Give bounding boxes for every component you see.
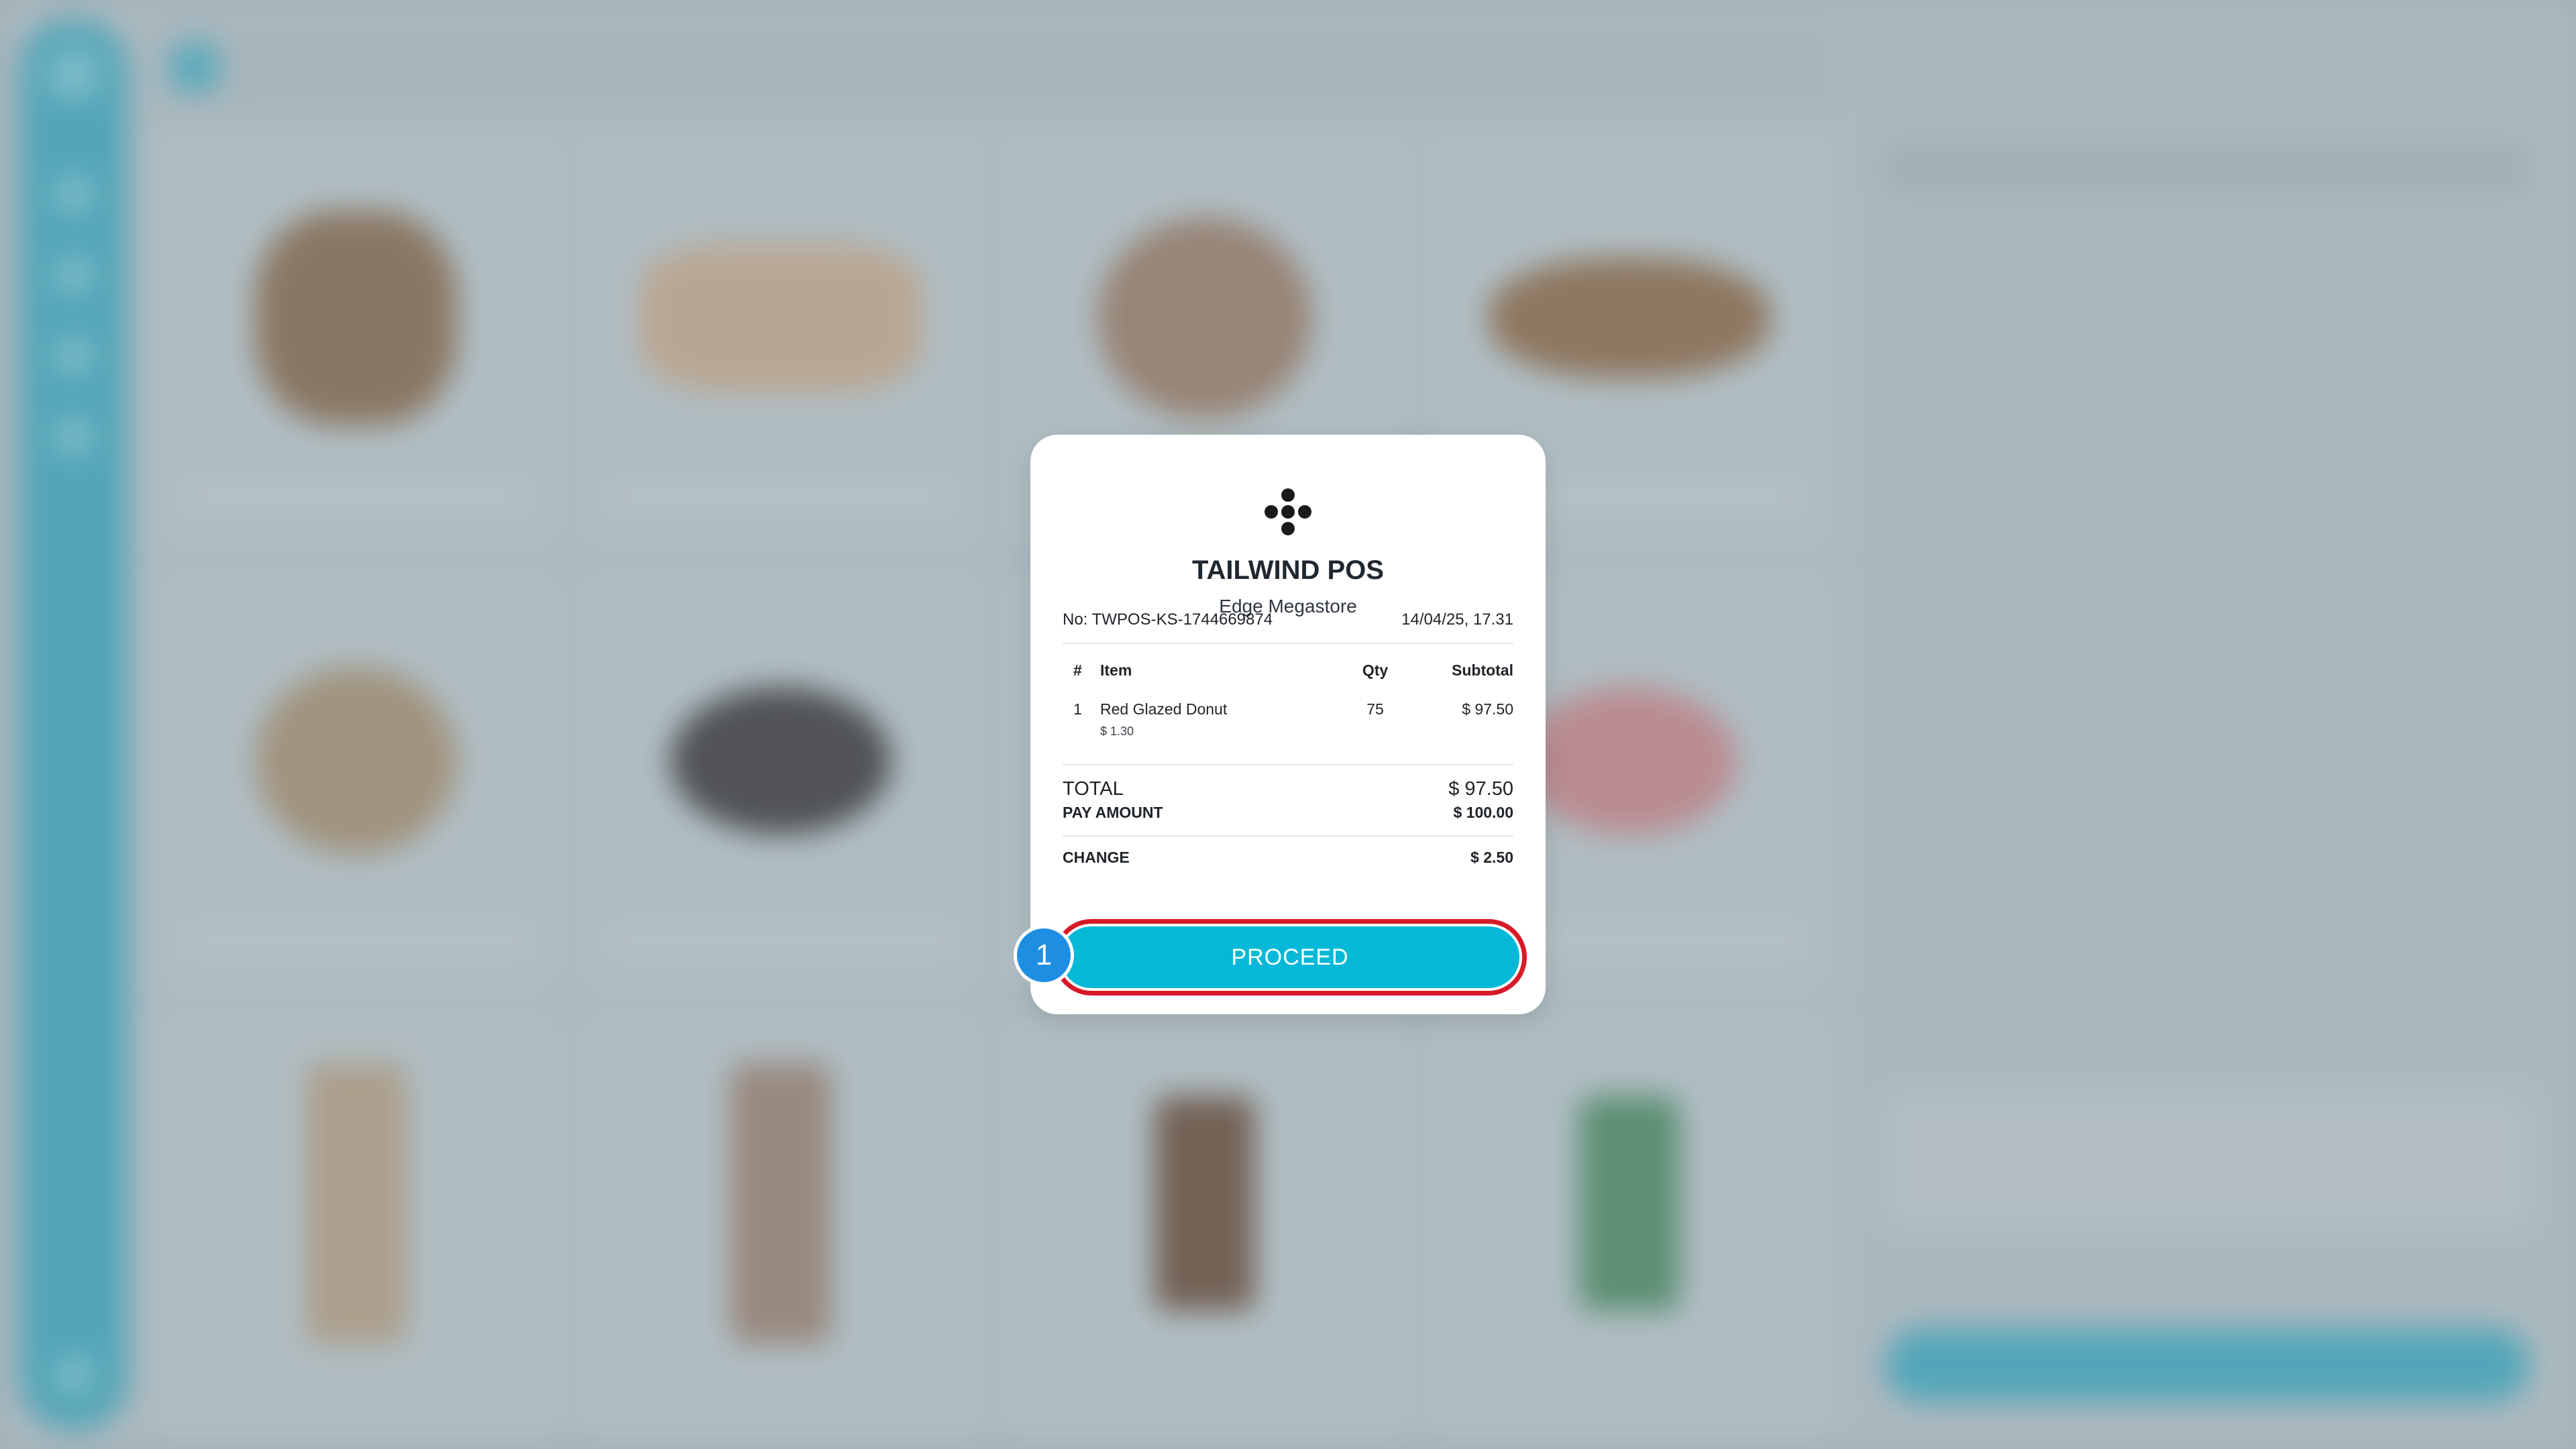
column-item: Item (1100, 661, 1132, 679)
total-value: $ 97.50 (1448, 778, 1513, 800)
divider (1063, 764, 1513, 765)
table-row: 1 Red Glazed Donut $ 1.30 75 $ 97.50 (1063, 700, 1513, 741)
total-row: TOTAL $ 97.50 (1063, 778, 1513, 800)
store-logo-icon (1265, 488, 1311, 535)
divider (1063, 835, 1513, 837)
receipt-datetime: 14/04/25, 17.31 (1401, 610, 1513, 629)
change-label: CHANGE (1063, 849, 1130, 866)
total-label: TOTAL (1063, 778, 1124, 800)
proceed-button[interactable]: PROCEED (1061, 926, 1519, 988)
item-qty: 75 (1366, 700, 1384, 718)
receipt-meta: No: TWPOS-KS-1744669874 14/04/25, 17.31 (1063, 610, 1513, 629)
column-qty: Qty (1362, 661, 1389, 679)
step-badge: 1 (1017, 928, 1071, 982)
pay-amount-label: PAY AMOUNT (1063, 804, 1163, 821)
item-name: Red Glazed Donut (1100, 700, 1228, 718)
change-row: CHANGE $ 2.50 (1063, 849, 1513, 867)
item-unit-price: $ 1.30 (1100, 724, 1134, 738)
column-subtotal: Subtotal (1452, 661, 1513, 679)
change-value: $ 2.50 (1470, 849, 1513, 866)
store-name: TAILWIND POS (1192, 555, 1384, 585)
pay-amount-value: $ 100.00 (1453, 804, 1513, 821)
items-table-header: # Item Qty Subtotal (1063, 661, 1513, 682)
item-number: 1 (1073, 700, 1082, 718)
item-subtotal: $ 97.50 (1462, 700, 1513, 718)
divider (1063, 643, 1513, 644)
receipt-modal: TAILWIND POS Edge Megastore No: TWPOS-KS… (1030, 435, 1546, 1014)
receipt-number: No: TWPOS-KS-1744669874 (1063, 610, 1273, 629)
pay-amount-row: PAY AMOUNT $ 100.00 (1063, 804, 1513, 822)
proceed-highlight: PROCEED (1053, 919, 1527, 996)
column-number: # (1073, 661, 1082, 679)
